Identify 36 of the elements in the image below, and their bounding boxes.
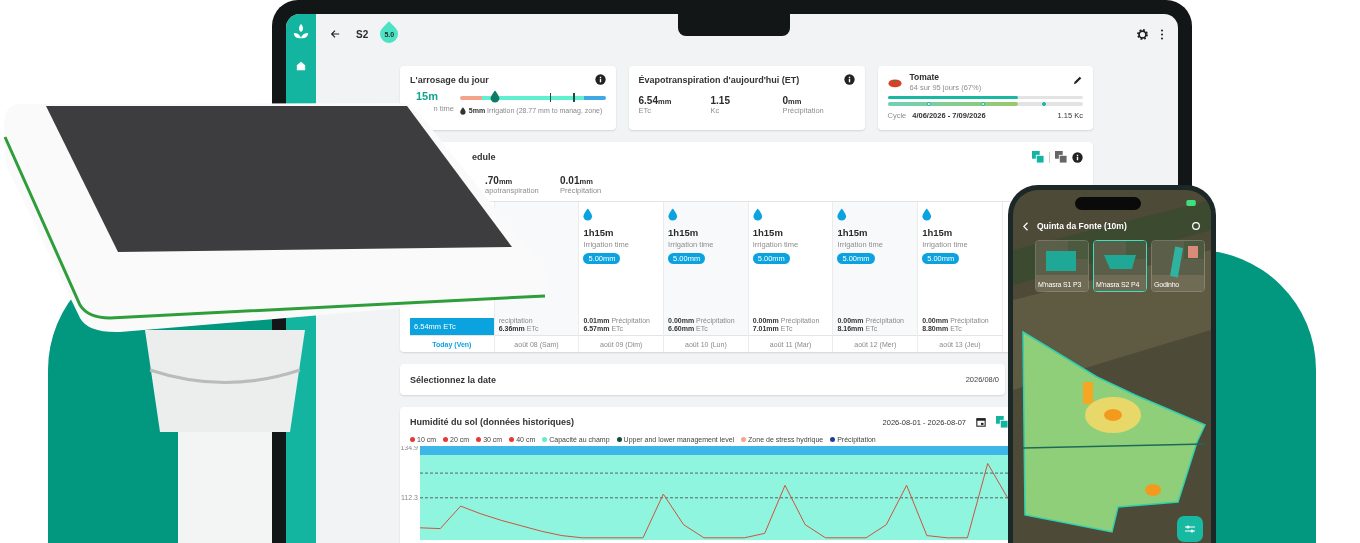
edit-icon[interactable]: [1073, 75, 1083, 85]
card-title: L'arrosage du jour: [410, 74, 489, 85]
irrigation-slider[interactable]: [460, 90, 606, 104]
tomato-icon: [887, 77, 902, 88]
card-title: Humidité du sol (données historiques): [410, 417, 574, 427]
layers-icon[interactable]: [1032, 151, 1044, 163]
irrigation-duration: 1h15m: [837, 227, 868, 238]
irrigation-time-value: 15m: [415, 90, 440, 104]
settings-icon[interactable]: [1137, 28, 1148, 40]
info-icon[interactable]: [843, 74, 855, 85]
calendar-icon[interactable]: [976, 417, 986, 427]
layers-icon[interactable]: [1055, 151, 1067, 163]
water-drop-icon: [922, 208, 932, 221]
water-drop-icon: [668, 208, 678, 221]
water-drop-icon: [837, 208, 847, 221]
more-menu-icon[interactable]: [1160, 28, 1164, 40]
slider-thumb[interactable]: [489, 90, 500, 103]
home-icon[interactable]: [296, 61, 306, 71]
irrigation-duration: 1h15m: [922, 227, 953, 238]
card-title: edule: [471, 152, 496, 162]
date-picker-label: Sélectionnez la date: [410, 374, 497, 385]
leaf-logo-icon[interactable]: [292, 23, 310, 41]
crop-name: Tomate: [909, 72, 941, 82]
water-drop-icon: [583, 208, 593, 221]
info-icon[interactable]: [1072, 151, 1083, 163]
info-icon[interactable]: [594, 74, 606, 85]
sensor-title: S2: [356, 28, 369, 40]
irrigation-duration: 1h15m: [668, 227, 699, 238]
back-arrow-icon[interactable]: [330, 29, 340, 39]
stat-value: 1.15: [710, 95, 731, 106]
irrigation-duration: 1h15m: [752, 227, 783, 238]
water-drop-icon: [460, 107, 466, 115]
card-title: Évapotranspiration d'aujourd'hui (ET): [638, 74, 800, 85]
irrigation-duration: 1h15m: [583, 227, 614, 238]
layers-icon[interactable]: [996, 416, 1008, 428]
water-drop-icon: [752, 208, 763, 221]
